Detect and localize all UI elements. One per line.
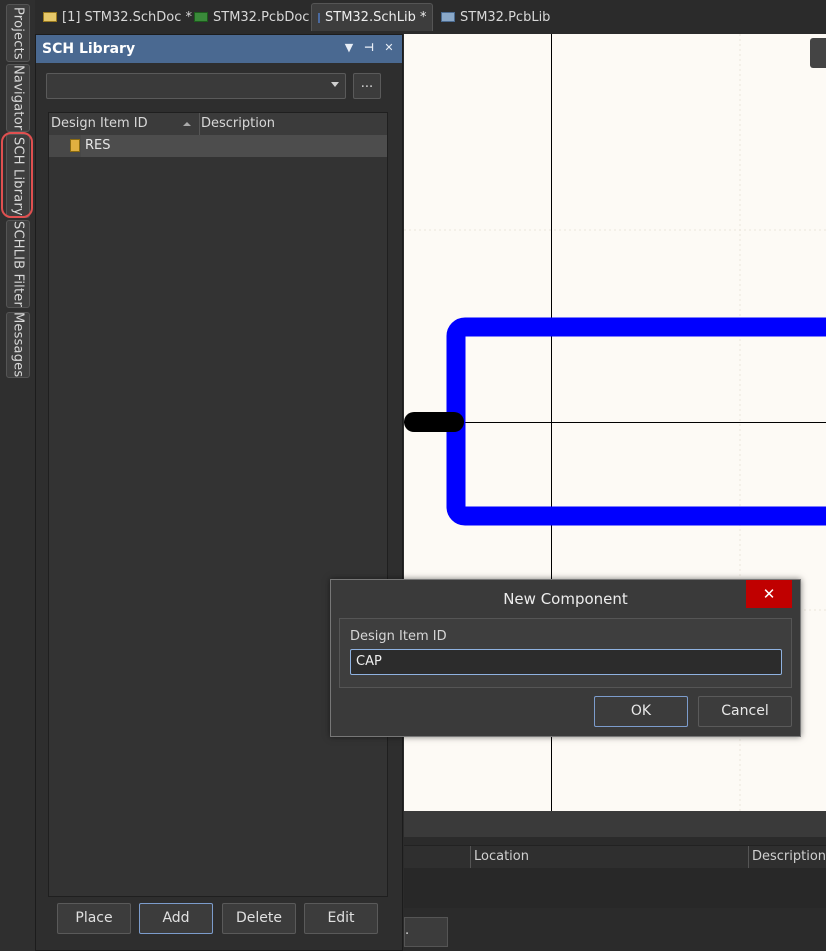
pcbdoc-icon	[194, 12, 208, 22]
library-select[interactable]	[46, 73, 346, 99]
highlight-annotation	[1, 132, 33, 218]
column-header-label: Location	[474, 849, 529, 864]
panel-title-bar: SCH Library ▼ ⊣ ✕	[36, 35, 402, 63]
dialog-field-group: Design Item ID CAP	[339, 618, 792, 688]
design-item-id-input[interactable]: CAP	[350, 649, 782, 675]
tab-stm32-schdoc[interactable]: [1] STM32.SchDoc *	[37, 3, 198, 31]
new-component-dialog: New Component ✕ Design Item ID CAP OK Ca…	[330, 579, 801, 737]
close-icon[interactable]: ✕	[382, 41, 396, 54]
sch-library-panel: SCH Library ▼ ⊣ ✕ ... Design Item ID Des…	[35, 34, 403, 951]
bottom-list-body	[404, 868, 826, 908]
document-tab-bar: [1] STM32.SchDoc * STM32.PcbDoc STM32.Sc…	[35, 0, 826, 34]
dialog-close-button[interactable]: ✕	[746, 580, 792, 608]
tab-stm32-pcblib[interactable]: STM32.PcbLib	[435, 3, 556, 31]
canvas-status-bar	[404, 811, 826, 837]
side-tab-messages-label: Messages	[10, 312, 26, 378]
side-tab-projects[interactable]: Projects	[6, 4, 30, 62]
bottom-list-header: Location Description	[404, 845, 826, 869]
column-header-label: Design Item ID	[51, 116, 148, 131]
component-body-rect	[446, 317, 826, 526]
sort-ascending-icon	[183, 122, 191, 126]
design-item-id-label: Design Item ID	[350, 629, 447, 644]
schdoc-icon	[43, 12, 57, 22]
tab-label: [1] STM32.SchDoc *	[62, 9, 193, 25]
component-pin	[404, 412, 464, 432]
schlib-icon	[318, 12, 320, 23]
dialog-title: New Component	[503, 590, 628, 608]
row-selection	[81, 135, 387, 157]
panel-title: SCH Library	[42, 41, 136, 57]
column-header-label: Description	[201, 116, 276, 131]
side-tab-schlib-filter-label: SCHLIB Filter	[10, 220, 26, 308]
list-item[interactable]: RES	[49, 135, 387, 157]
side-tab-schlib-filter[interactable]: SCHLIB Filter	[6, 220, 30, 308]
pcblib-icon	[441, 12, 455, 22]
column-header-location[interactable]: Location	[470, 846, 746, 868]
component-list[interactable]: Design Item ID Description RES	[48, 112, 388, 897]
chevron-down-icon	[331, 82, 339, 87]
tab-label: STM32.PcbDoc	[213, 9, 310, 25]
browse-button[interactable]: ...	[353, 73, 381, 99]
column-header-design-item-id[interactable]: Design Item ID	[49, 113, 200, 135]
side-tab-navigator[interactable]: Navigator	[6, 64, 30, 132]
tab-stm32-schlib[interactable]: STM32.SchLib *	[311, 3, 433, 31]
edit-button[interactable]: Edit	[304, 903, 378, 934]
cancel-button[interactable]: Cancel	[698, 696, 792, 727]
panel-menu-icon[interactable]: ▼	[342, 41, 356, 54]
side-tab-navigator-label: Navigator	[10, 65, 26, 131]
column-header-description[interactable]: Description	[199, 113, 275, 135]
column-header-label: Description	[752, 849, 826, 864]
bottom-more-button[interactable]: .	[404, 917, 448, 947]
side-tab-projects-label: Projects	[10, 6, 26, 60]
add-button[interactable]: Add	[139, 903, 213, 934]
tab-label: STM32.SchLib *	[325, 10, 427, 25]
pin-icon[interactable]: ⊣	[362, 41, 376, 54]
item-id: RES	[85, 138, 111, 153]
side-tab-messages[interactable]: Messages	[6, 312, 30, 378]
column-header-bottom-description[interactable]: Description	[748, 846, 826, 868]
delete-button[interactable]: Delete	[222, 903, 296, 934]
component-icon	[70, 139, 80, 152]
list-header: Design Item ID Description	[49, 113, 387, 136]
tab-label: STM32.PcbLib	[460, 9, 551, 25]
canvas-corner-button[interactable]	[810, 38, 826, 68]
place-button[interactable]: Place	[57, 903, 131, 934]
ok-button[interactable]: OK	[594, 696, 688, 727]
tab-stm32-pcbdoc[interactable]: STM32.PcbDoc	[188, 3, 315, 31]
